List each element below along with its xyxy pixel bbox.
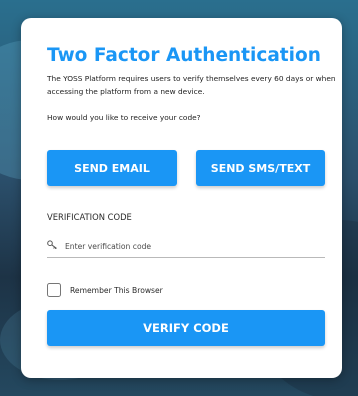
remember-browser-checkbox[interactable] (47, 283, 61, 297)
remember-browser-label: Remember This Browser (70, 285, 163, 295)
send-sms-button[interactable]: SEND SMS/TEXT (196, 150, 325, 186)
verify-code-button[interactable]: VERIFY CODE (47, 310, 325, 346)
dialog-description: The YOSS Platform requires users to veri… (47, 74, 336, 96)
two-factor-dialog: Two Factor Authentication The YOSS Platf… (21, 18, 342, 378)
verification-code-field (47, 235, 325, 258)
delivery-question: How would you like to receive your code? (47, 113, 201, 122)
remember-browser-option[interactable]: Remember This Browser (47, 282, 163, 298)
send-email-button[interactable]: SEND EMAIL (47, 150, 177, 186)
key-icon (47, 240, 57, 249)
verification-code-input[interactable] (65, 237, 320, 255)
dialog-title: Two Factor Authentication (47, 45, 321, 66)
verification-code-label: VERIFICATION CODE (47, 212, 132, 222)
